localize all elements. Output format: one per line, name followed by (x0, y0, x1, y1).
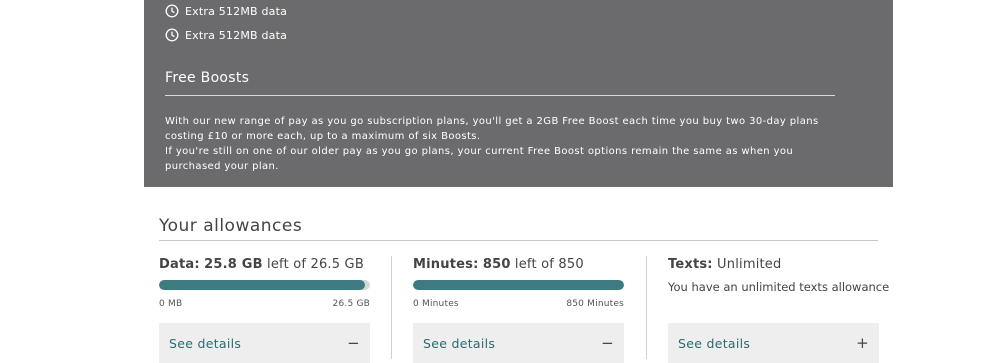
minutes-allowance: Minutes: 850 left of 850 0 Minutes 850 M… (413, 257, 624, 363)
minutes-min-label: 0 Minutes (413, 299, 459, 309)
extra-label: Extra 512MB data (185, 4, 288, 18)
column-divider (646, 256, 647, 359)
collapse-icon: − (347, 334, 360, 352)
see-details-label: See details (423, 335, 496, 351)
minutes-see-details-button[interactable]: See details − (413, 323, 624, 363)
minutes-max-label: 850 Minutes (566, 299, 624, 309)
minutes-amount: 850 (482, 257, 511, 272)
divider (159, 240, 878, 241)
texts-label: Texts: (668, 257, 713, 272)
see-details-label: See details (169, 335, 242, 351)
minutes-label: Minutes: (413, 257, 479, 272)
expand-icon: + (856, 334, 869, 352)
data-min-label: 0 MB (159, 299, 183, 309)
minutes-bar-labels: 0 Minutes 850 Minutes (413, 299, 624, 309)
collapse-icon: − (601, 334, 614, 352)
plan-info-panel: Extra 512MB data Extra 512MB data Free B… (144, 0, 893, 187)
data-allowance: Data: 25.8 GB left of 26.5 GB 0 MB 26.5 … (159, 257, 370, 363)
extra-item: Extra 512MB data (165, 4, 287, 18)
data-label: Data: (159, 257, 200, 272)
free-boosts-paragraph: With our new range of pay as you go subs… (165, 116, 819, 142)
clock-icon (165, 28, 179, 42)
data-progress-fill (159, 280, 365, 290)
free-boosts-title: Free Boosts (165, 70, 250, 86)
free-boosts-paragraph: If you're still on one of our older pay … (165, 146, 794, 172)
free-boosts-text: With our new range of pay as you go subs… (165, 114, 835, 174)
minutes-progress-bar (413, 280, 624, 290)
divider (165, 95, 835, 96)
texts-note: You have an unlimited texts allowance (668, 280, 890, 294)
data-amount: 25.8 GB (204, 257, 263, 272)
minutes-heading: Minutes: 850 left of 850 (413, 257, 624, 273)
data-suffix: left of 26.5 GB (267, 257, 364, 272)
clock-icon (165, 4, 179, 18)
data-max-label: 26.5 GB (332, 299, 370, 309)
minutes-suffix: left of 850 (514, 257, 584, 272)
extra-label: Extra 512MB data (185, 28, 288, 42)
texts-allowance: Texts: Unlimited You have an unlimited t… (668, 257, 889, 363)
data-bar-labels: 0 MB 26.5 GB (159, 299, 370, 309)
data-see-details-button[interactable]: See details − (159, 323, 370, 363)
data-progress-bar (159, 280, 370, 290)
data-heading: Data: 25.8 GB left of 26.5 GB (159, 257, 370, 273)
allowances-title: Your allowances (159, 216, 303, 236)
column-divider (391, 256, 392, 359)
texts-heading: Texts: Unlimited (668, 257, 879, 273)
texts-see-details-button[interactable]: See details + (668, 323, 879, 363)
texts-amount: Unlimited (717, 257, 782, 272)
extra-item: Extra 512MB data (165, 28, 287, 42)
see-details-label: See details (678, 335, 751, 351)
minutes-progress-fill (413, 280, 624, 290)
